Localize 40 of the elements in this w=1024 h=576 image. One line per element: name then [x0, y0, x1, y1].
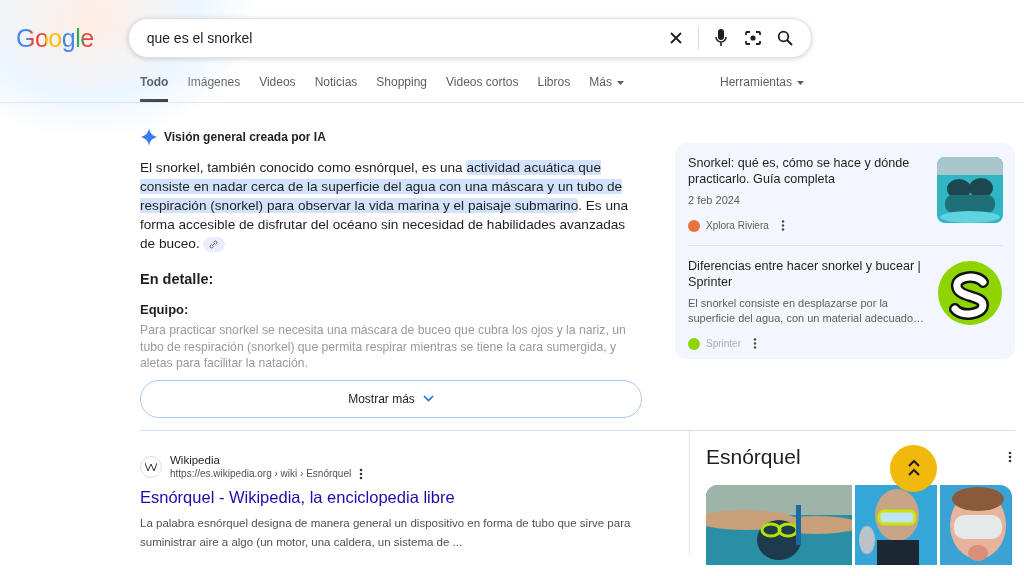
- more-options-icon[interactable]: [753, 338, 757, 349]
- scroll-top-button[interactable]: [890, 444, 937, 492]
- tools-menu[interactable]: Herramientas: [719, 73, 804, 102]
- search-tab[interactable]: Todo: [140, 73, 169, 102]
- overview-summary: El snorkel, también conocido como esnórquel, es una actividad acuática que consiste en nadar cerca de la superficie del agua con una máscara y un tubo de respiración (snorkel) para observar la vida marina y el paisaje submarino. Es una forma accesible de disfrutar del océano sin necesidad de habilidades avanzadas de buceo.: [140, 159, 630, 253]
- result-url: https://es.wikipedia.org › wiki › Esnórquel: [170, 466, 352, 481]
- sparkle-icon: [140, 128, 158, 146]
- overview-title: Visión general creada por IA: [164, 129, 326, 146]
- panel-title: Esnórquel: [706, 443, 801, 470]
- search-tab[interactable]: Imágenes: [187, 73, 241, 102]
- link-icon[interactable]: [202, 236, 225, 252]
- chevron-up-icon: [906, 459, 921, 478]
- source-site: Sprinter: [706, 337, 741, 351]
- source-date: 2 feb 2024: [688, 193, 741, 208]
- result-title-link[interactable]: Esnórquel - Wikipedia, la enciclopedia libre: [140, 485, 455, 508]
- more-options-icon[interactable]: [780, 220, 785, 231]
- logo-icon: [937, 260, 1003, 326]
- detail-heading: En detalle:: [140, 270, 215, 289]
- show-more-button[interactable]: Mostrar más: [140, 379, 642, 418]
- source-title-link[interactable]: Diferencias entre hacer snorkel y bucear | Sprinter: [688, 258, 927, 290]
- search-tab[interactable]: Noticias: [314, 73, 358, 102]
- caret-icon: [797, 80, 804, 85]
- more-menu-tab[interactable]: Más: [589, 73, 624, 102]
- search-tab[interactable]: Shopping: [376, 73, 428, 102]
- caret-icon: [616, 80, 624, 85]
- more-options-icon[interactable]: [359, 467, 364, 480]
- result-snippet: La palabra esnórquel designa de manera general un dispositivo en forma de tubo que sirve para suministrar aire a algo (un motor, una caldera, un sistema de ...: [140, 515, 632, 550]
- source-title-link[interactable]: Snorkel: qué es, cómo se hace y dónde practicarlo. Guía completa: [688, 155, 927, 187]
- more-options-icon[interactable]: [1008, 450, 1012, 463]
- search-tab[interactable]: Videos cortos: [446, 73, 519, 102]
- search-tab[interactable]: Libros: [537, 73, 571, 102]
- search-field[interactable]: que es el snorkel: [144, 26, 662, 50]
- section-heading: Equipo:: [140, 300, 190, 319]
- result-site: Wikipedia: [170, 452, 221, 467]
- source-site: Xplora Riviera: [706, 219, 769, 233]
- search-tab[interactable]: Videos: [259, 73, 296, 102]
- chevron-down-icon: [422, 395, 434, 403]
- section-text: Para practicar snorkel se necesita una máscara de buceo que cubra los ojos y la nariz, un tubo de respiración (snorkel) que permita respirar mientras se tiene la cara sumergida, y aletas para facilitar la natación.: [140, 322, 627, 372]
- source-snippet: El snorkel consiste en desplazarse por la superficie del agua, con un material adecuado…: [688, 296, 926, 326]
- search-box[interactable]: que es el snorkel: [127, 18, 812, 58]
